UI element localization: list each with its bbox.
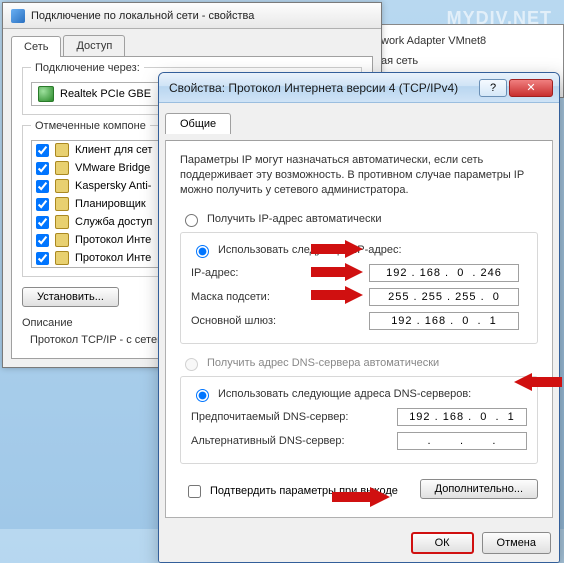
confirm-checkbox[interactable]: [188, 485, 201, 498]
cancel-button[interactable]: Отмена: [482, 532, 551, 554]
component-label: Служба доступ: [75, 216, 152, 228]
component-icon: [55, 197, 69, 211]
radio-ip-auto[interactable]: Получить IP-адрес автоматически: [180, 208, 538, 230]
front-body: Параметры IP могут назначаться автоматич…: [165, 140, 553, 518]
help-button[interactable]: ?: [479, 79, 507, 97]
mask-label: Маска подсети:: [191, 291, 361, 303]
dns2-label: Альтернативный DNS-сервер:: [191, 435, 389, 447]
network-icon: [11, 9, 25, 23]
ipv4-properties-window: Свойства: Протокол Интернета версии 4 (T…: [158, 72, 560, 563]
ip-input[interactable]: [369, 264, 519, 282]
back-title: Подключение по локальной сети - свойства: [31, 10, 373, 22]
radio-dns-auto-input: [185, 358, 198, 371]
component-label: Протокол Инте: [75, 252, 151, 264]
gateway-label: Основной шлюз:: [191, 315, 361, 327]
component-icon: [55, 179, 69, 193]
component-label: Протокол Инте: [75, 234, 151, 246]
intro-text: Параметры IP могут назначаться автоматич…: [180, 153, 538, 198]
confirm-label: Подтвердить параметры при выходе: [210, 485, 398, 497]
front-titlebar[interactable]: Свойства: Протокол Интернета версии 4 (T…: [159, 73, 559, 103]
dns1-input[interactable]: [397, 408, 527, 426]
radio-ip-manual-input[interactable]: [196, 245, 209, 258]
front-title: Свойства: Протокол Интернета версии 4 (T…: [169, 81, 479, 95]
adapter-icon: [38, 86, 54, 102]
ip-label: IP-адрес:: [191, 267, 361, 279]
component-icon: [55, 143, 69, 157]
advanced-button[interactable]: Дополнительно...: [420, 479, 538, 499]
component-checkbox[interactable]: [36, 198, 49, 211]
dns-fieldset: Использовать следующие адреса DNS-сервер…: [180, 376, 538, 464]
component-icon: [55, 251, 69, 265]
dns2-input[interactable]: [397, 432, 527, 450]
bg-adapter-line1: work Adapter VMnet8: [381, 31, 557, 51]
component-checkbox[interactable]: [36, 162, 49, 175]
install-button[interactable]: Установить...: [22, 287, 119, 307]
connect-via-label: Подключение через:: [31, 62, 144, 74]
tab-network[interactable]: Сеть: [11, 36, 61, 57]
adapter-name: Realtek PCIe GBE: [60, 88, 151, 100]
mask-input[interactable]: [369, 288, 519, 306]
radio-ip-auto-input[interactable]: [185, 214, 198, 227]
component-checkbox[interactable]: [36, 234, 49, 247]
ip-fieldset: Использовать следующий IP-адрес: IP-адре…: [180, 232, 538, 344]
component-icon: [55, 161, 69, 175]
radio-dns-manual-label: Использовать следующие адреса DNS-сервер…: [218, 388, 471, 400]
radio-dns-manual[interactable]: Использовать следующие адреса DNS-сервер…: [191, 383, 527, 405]
component-checkbox[interactable]: [36, 180, 49, 193]
back-titlebar[interactable]: Подключение по локальной сети - свойства: [3, 3, 381, 29]
component-checkbox[interactable]: [36, 144, 49, 157]
radio-dns-auto: Получить адрес DNS-сервера автоматически: [180, 352, 538, 374]
dialog-buttons: ОК Отмена: [159, 524, 559, 562]
component-label: Планировщик: [75, 198, 146, 210]
component-checkbox[interactable]: [36, 216, 49, 229]
dns1-label: Предпочитаемый DNS-сервер:: [191, 411, 389, 423]
close-icon: ✕: [526, 81, 535, 94]
component-checkbox[interactable]: [36, 252, 49, 265]
component-label: Клиент для сет: [75, 144, 152, 156]
close-button[interactable]: ✕: [509, 79, 553, 97]
component-label: VMware Bridge: [75, 162, 150, 174]
radio-dns-manual-input[interactable]: [196, 389, 209, 402]
front-tabstrip: Общие: [159, 107, 559, 134]
component-icon: [55, 233, 69, 247]
radio-dns-auto-label: Получить адрес DNS-сервера автоматически: [207, 357, 439, 369]
gateway-input[interactable]: [369, 312, 519, 330]
radio-ip-auto-label: Получить IP-адрес автоматически: [207, 213, 381, 225]
bg-adapter-line2: ая сеть: [381, 51, 557, 71]
tab-general[interactable]: Общие: [165, 113, 231, 134]
tab-access[interactable]: Доступ: [63, 35, 125, 56]
window-buttons: ? ✕: [479, 79, 553, 97]
back-tabstrip: Сеть Доступ: [3, 29, 381, 56]
components-label: Отмеченные компоне: [31, 120, 150, 132]
ok-button[interactable]: ОК: [411, 532, 474, 554]
radio-ip-manual-label: Использовать следующий IP-адрес:: [218, 244, 402, 256]
radio-ip-manual[interactable]: Использовать следующий IP-адрес:: [191, 239, 527, 261]
component-label: Kaspersky Anti-: [75, 180, 151, 192]
component-icon: [55, 215, 69, 229]
